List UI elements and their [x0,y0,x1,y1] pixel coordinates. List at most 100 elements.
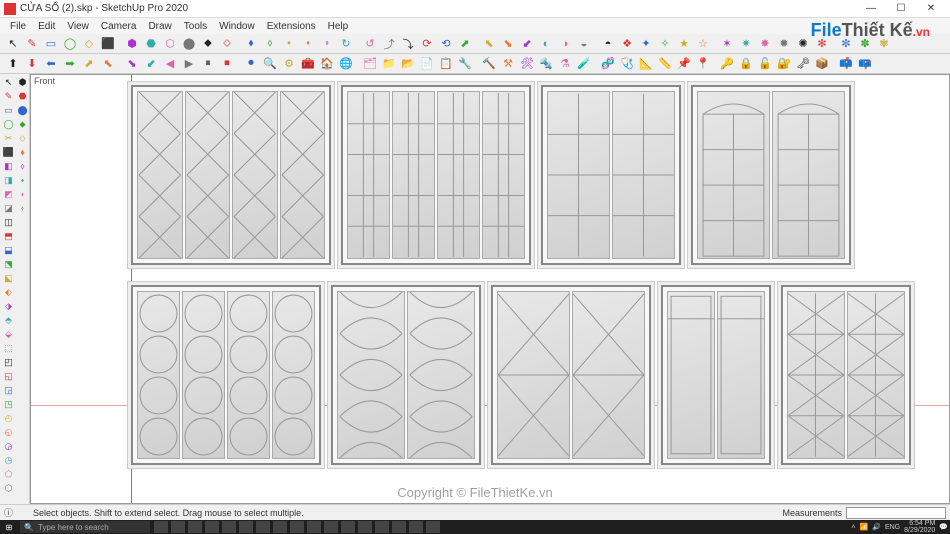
door-model[interactable] [131,285,321,465]
tool-button[interactable]: ⬨ [16,160,29,173]
toolbar-button[interactable]: ⚒ [499,55,517,73]
toolbar-button[interactable]: 🔐 [775,55,793,73]
taskbar-app[interactable] [256,521,270,533]
tool-button[interactable]: ⬔ [2,258,15,271]
taskbar-app[interactable] [358,521,372,533]
toolbar-button[interactable]: ✶ [718,35,736,53]
menu-view[interactable]: View [61,21,95,32]
toolbar-button[interactable]: ⏹ [218,55,236,73]
tool-button[interactable]: ⬓ [2,244,15,257]
toolbar-button[interactable]: ⬩ [280,35,298,53]
toolbar-button[interactable]: 📐 [637,55,655,73]
toolbar-button[interactable]: ⬊ [499,35,517,53]
menu-help[interactable]: Help [322,21,355,32]
close-button[interactable]: ✕ [916,0,946,18]
toolbar-button[interactable]: ◀ [161,55,179,73]
tool-button[interactable]: ⬛ [2,146,15,159]
taskbar-app[interactable] [307,521,321,533]
tool-button[interactable]: ⬚ [2,342,15,355]
toolbar-button[interactable]: ◯ [61,35,79,53]
menu-tools[interactable]: Tools [178,21,213,32]
door-model[interactable] [781,285,911,465]
toolbar-button[interactable]: 🩺 [618,55,636,73]
menu-draw[interactable]: Draw [142,21,177,32]
toolbar-button[interactable]: ✷ [737,35,755,53]
toolbar-button[interactable]: ➡ [61,55,79,73]
tool-button[interactable]: ⬪ [16,188,29,201]
toolbar-button[interactable]: ⬤ [180,35,198,53]
toolbar-button[interactable]: ◇ [80,35,98,53]
toolbar-button[interactable]: ⏺ [242,55,260,73]
toolbar-button[interactable]: 🏠 [318,55,336,73]
tool-button[interactable]: ◱ [2,370,15,383]
taskbar-app[interactable] [290,521,304,533]
toolbar-button[interactable]: ⤵ [399,35,417,53]
toolbar-button[interactable]: ✦ [637,35,655,53]
toolbar-button[interactable]: ⬫ [318,35,336,53]
door-model[interactable] [331,285,481,465]
toolbar-button[interactable]: ✹ [775,35,793,53]
tool-button[interactable]: ⬡ [2,482,15,495]
taskbar-app[interactable] [222,521,236,533]
toolbar-button[interactable]: 📪 [856,55,874,73]
taskbar-app[interactable] [409,521,423,533]
tool-button[interactable]: ✎ [2,90,15,103]
toolbar-button[interactable]: 📄 [418,55,436,73]
toolbar-button[interactable]: 🔩 [537,55,555,73]
toolbar-button[interactable]: ⬛ [99,35,117,53]
tool-button[interactable]: ⬥ [16,118,29,131]
toolbar-button[interactable]: 🔒 [737,55,755,73]
toolbar-button[interactable]: ★ [675,35,693,53]
toolbar-button[interactable]: ⬨ [261,35,279,53]
toolbar-button[interactable]: ⬣ [142,35,160,53]
toolbar-button[interactable]: ▶ [180,55,198,73]
toolbar-button[interactable]: ⬈ [80,55,98,73]
toolbar-button[interactable]: 📁 [380,55,398,73]
toolbar-button[interactable]: ✧ [656,35,674,53]
toolbar-button[interactable]: ⏸ [199,55,217,73]
tool-button[interactable]: ▭ [2,104,15,117]
taskbar-app[interactable] [375,521,389,533]
tool-button[interactable]: ⬧ [16,146,29,159]
toolbar-button[interactable]: 🌐 [337,55,355,73]
taskbar-search[interactable]: 🔍 Type here to search [20,521,150,533]
menu-edit[interactable]: Edit [32,21,61,32]
toolbar-button[interactable]: ↺ [361,35,379,53]
toolbar-button[interactable]: ⬅ [42,55,60,73]
toolbar-button[interactable]: ⤴ [380,35,398,53]
toolbar-button[interactable]: ⟳ [418,35,436,53]
toolbar-button[interactable]: ⬥ [199,35,217,53]
toolbar-button[interactable]: ☆ [694,35,712,53]
tool-button[interactable]: ⬒ [2,230,15,243]
toolbar-button[interactable]: ⬧ [242,35,260,53]
tool-button[interactable]: ⬦ [16,132,29,145]
tray-sound-icon[interactable]: 🔊 [872,523,881,531]
tool-button[interactable]: ◩ [2,188,15,201]
toolbar-button[interactable]: 🗂 [361,55,379,73]
toolbar-button[interactable]: ✺ [794,35,812,53]
toolbar-button[interactable]: ✸ [756,35,774,53]
door-model[interactable] [661,285,771,465]
toolbar-button[interactable]: ⬇ [23,55,41,73]
tool-button[interactable]: ◴ [2,412,15,425]
toolbar-button[interactable]: ⬋ [142,55,160,73]
toolbar-button[interactable]: ⬆ [4,55,22,73]
toolbar-button[interactable]: ⚗ [556,55,574,73]
toolbar-button[interactable]: 🔨 [480,55,498,73]
door-model[interactable] [541,85,681,265]
tool-button[interactable]: ◰ [2,356,15,369]
toolbar-button[interactable]: 🔍 [261,55,279,73]
taskbar-app[interactable] [171,521,185,533]
toolbar-button[interactable]: 📌 [675,55,693,73]
menu-camera[interactable]: Camera [95,21,143,32]
toolbar-button[interactable]: 🛠 [518,55,536,73]
taskbar-clock[interactable]: 6:54 PM 8/29/2020 [904,520,935,534]
tool-button[interactable]: ⬘ [2,314,15,327]
toolbar-button[interactable]: ✎ [23,35,41,53]
toolbar-button[interactable]: ⬈ [456,35,474,53]
toolbar-button[interactable]: ↻ [337,35,355,53]
tool-button[interactable]: ✂ [2,132,15,145]
tool-button[interactable]: ⬢ [16,76,29,89]
tool-button[interactable]: ◯ [2,118,15,131]
toolbar-button[interactable]: ↖ [4,35,22,53]
